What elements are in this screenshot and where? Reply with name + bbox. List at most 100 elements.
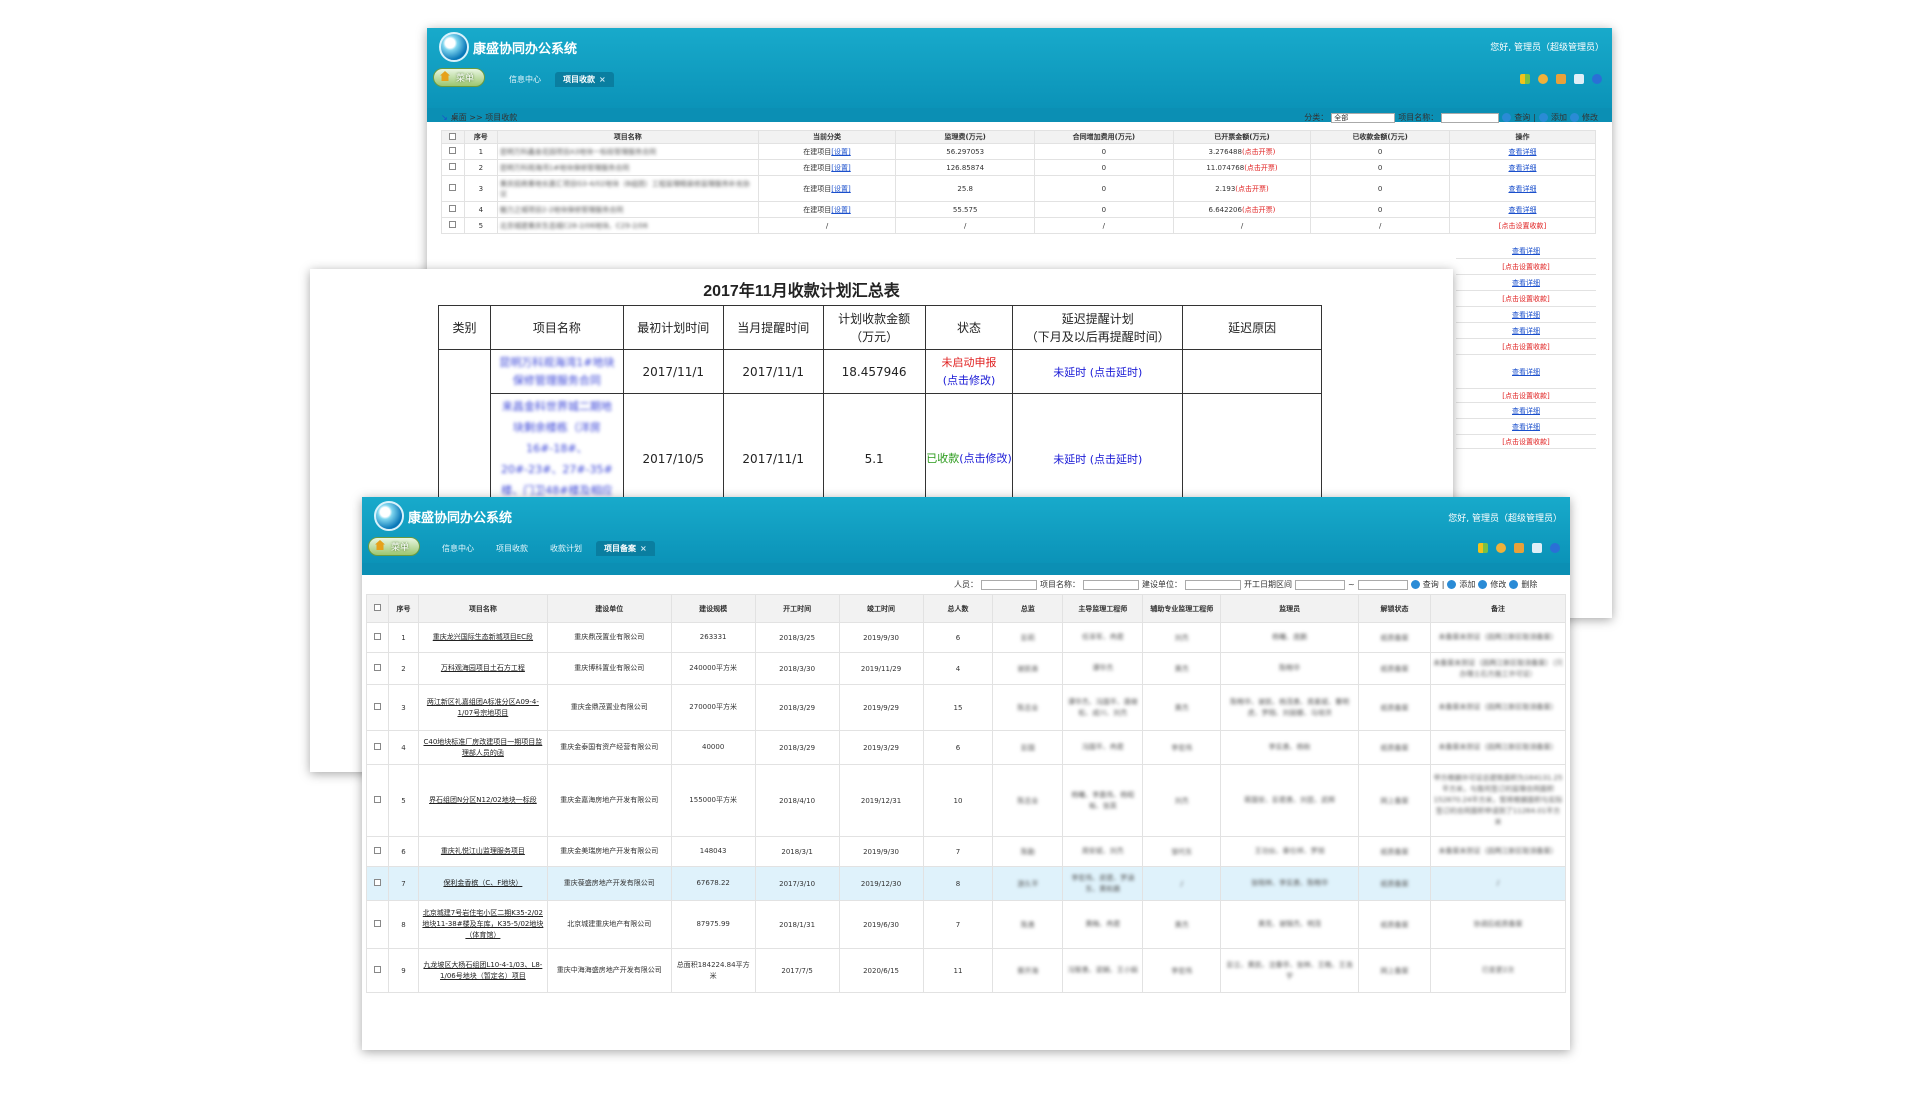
action-cell[interactable]: 查看详细 xyxy=(1448,201,1597,218)
project-name[interactable]: 昆明万科观海湾1#地块保修管理服务合同 xyxy=(499,356,614,387)
action-link[interactable]: 查看详细 xyxy=(1508,185,1536,193)
grid-icon[interactable] xyxy=(1478,543,1488,553)
row-checkbox[interactable] xyxy=(373,703,381,710)
table-row[interactable]: 7 保利金香槟（C、F地块） 重庆葆盛房地产开发有限公司 67678.22 2017/3… xyxy=(366,866,1567,901)
name-cell[interactable]: 万科观海园项目土石方工程 xyxy=(417,652,548,685)
checkbox-cell[interactable] xyxy=(441,217,465,234)
info-icon[interactable] xyxy=(1550,543,1560,553)
search-icon[interactable] xyxy=(1502,113,1512,122)
edit-button[interactable]: 修改 xyxy=(1582,112,1598,123)
row-checkbox[interactable] xyxy=(373,879,381,886)
add-icon[interactable] xyxy=(1539,113,1548,122)
table-row[interactable]: 1 重庆龙兴国际生态新城项目EC段 重庆鼎茂置业有限公司 263331 2018/3/2… xyxy=(366,622,1567,653)
menu-button[interactable]: 菜单 xyxy=(433,68,486,87)
table-row[interactable]: 4 魅力之城项目2-2地块保修管理服务合同 在建项目[设置] 55.575 0 6.642… xyxy=(441,201,1597,218)
action-cell[interactable]: [点击设置收款] xyxy=(1448,217,1597,234)
row-checkbox[interactable] xyxy=(449,184,457,191)
action-cell[interactable]: 查看详细 xyxy=(1448,159,1597,176)
delay-link[interactable]: (点击延时) xyxy=(1090,453,1143,466)
project-name-input[interactable] xyxy=(1083,579,1139,590)
action-link[interactable]: 查看详细 xyxy=(1512,368,1540,376)
action-link[interactable]: 查看详细 xyxy=(1512,279,1540,287)
close-tab-icon[interactable]: × xyxy=(640,544,647,553)
edit-status-link[interactable]: (点击修改) xyxy=(943,374,996,387)
checkbox-cell[interactable] xyxy=(441,175,465,202)
action-link[interactable]: 查看详细 xyxy=(1508,164,1536,172)
delay-link[interactable]: (点击延时) xyxy=(1090,366,1143,379)
table-row[interactable]: 2 万科观海园项目土石方工程 重庆博科置业有限公司 240000平方米 2018/3/3… xyxy=(366,652,1567,685)
project-name-link[interactable]: C40地块标准厂房改建项目一期项目监理部人员的函 xyxy=(423,738,542,757)
action-link[interactable]: 查看详细 xyxy=(1512,423,1540,431)
row-checkbox[interactable] xyxy=(449,147,457,154)
edit-button[interactable]: 修改 xyxy=(1490,579,1506,590)
tab-project-payment[interactable]: 项目收款 xyxy=(488,541,536,556)
row-checkbox[interactable] xyxy=(373,920,381,927)
row-checkbox[interactable] xyxy=(373,796,381,803)
row-checkbox[interactable] xyxy=(373,664,381,671)
action-link[interactable]: 查看详细 xyxy=(1508,206,1536,214)
set-category-link[interactable]: [设置] xyxy=(831,185,850,193)
tab-project-payment[interactable]: 项目收款 × xyxy=(555,72,614,87)
checkbox-cell[interactable] xyxy=(366,836,389,867)
project-name-link[interactable]: 两江新区礼嘉组团A标准分区A09-4-1/07号宗地项目 xyxy=(427,698,539,717)
checkbox-cell[interactable] xyxy=(441,143,465,160)
row-checkbox[interactable] xyxy=(449,221,457,228)
tab-info-center[interactable]: 信息中心 xyxy=(434,541,482,556)
group-icon[interactable] xyxy=(1556,74,1566,84)
table-row[interactable]: 6 重庆礼悦江山监理服务项目 重庆金美瑞房地产开发有限公司 148043 2018/3/… xyxy=(366,836,1567,867)
row-checkbox[interactable] xyxy=(449,205,457,212)
delete-button[interactable]: 删除 xyxy=(1521,579,1537,590)
grid-icon[interactable] xyxy=(1520,74,1530,84)
project-name-input[interactable] xyxy=(1441,112,1500,123)
group-icon[interactable] xyxy=(1514,543,1524,553)
trophy-icon[interactable] xyxy=(1574,74,1584,84)
table-row[interactable]: 9 九龙坡区大杨石组团L10-4-1/03、L8-1/06号地块（暂定名）项目 重庆… xyxy=(366,948,1567,993)
table-row[interactable]: 2 昆明万科观海湾1#地块保修管理服务合同 在建项目[设置] 126.85874 0 11… xyxy=(441,159,1597,176)
edit-status-link[interactable]: (点击修改) xyxy=(959,452,1012,465)
select-all-checkbox[interactable] xyxy=(441,130,465,144)
action-link[interactable]: [点击设置收款] xyxy=(1502,438,1549,446)
user-icon[interactable] xyxy=(1496,543,1506,553)
row-checkbox[interactable] xyxy=(373,966,381,973)
edit-icon[interactable] xyxy=(1570,113,1579,122)
search-icon[interactable] xyxy=(1410,580,1420,589)
project-name-link[interactable]: 万科观海园项目土石方工程 xyxy=(441,664,525,672)
action-link[interactable]: [点击设置收款] xyxy=(1502,263,1549,271)
name-cell[interactable]: 两江新区礼嘉组团A标准分区A09-4-1/07号宗地项目 xyxy=(417,684,548,731)
checkbox-cell[interactable] xyxy=(366,948,389,993)
tab-info-center[interactable]: 信息中心 xyxy=(501,72,549,87)
row-checkbox[interactable] xyxy=(373,633,381,640)
set-category-link[interactable]: [设置] xyxy=(831,148,850,156)
invoice-link[interactable]: (点击开票) xyxy=(1244,164,1277,172)
start-date-input[interactable] xyxy=(1295,579,1345,590)
checkbox-cell[interactable] xyxy=(441,159,465,176)
name-cell[interactable]: 九龙坡区大杨石组团L10-4-1/03、L8-1/06号地块（暂定名）项目 xyxy=(417,948,548,993)
action-link[interactable]: 查看详细 xyxy=(1512,327,1540,335)
close-tab-icon[interactable]: × xyxy=(599,75,606,84)
project-name-link[interactable]: 界石组团N分区N12/02地块一标段 xyxy=(429,796,537,804)
end-date-input[interactable] xyxy=(1357,579,1408,590)
builder-input[interactable] xyxy=(1185,579,1241,590)
checkbox-cell[interactable] xyxy=(441,201,465,218)
action-link[interactable]: 查看详细 xyxy=(1512,247,1540,255)
tab-project-filing[interactable]: 项目备案 × xyxy=(596,541,655,556)
project-name-link[interactable]: 保利金香槟（C、F地块） xyxy=(443,879,522,887)
name-cell[interactable]: C40地块标准厂房改建项目一期项目监理部人员的函 xyxy=(417,730,548,765)
action-link[interactable]: 查看详细 xyxy=(1512,407,1540,415)
action-link[interactable]: [点击设置收款] xyxy=(1502,343,1549,351)
add-button[interactable]: 添加 xyxy=(1551,112,1567,123)
invoice-link[interactable]: (点击开票) xyxy=(1235,185,1268,193)
search-button[interactable]: 查询 xyxy=(1423,579,1439,590)
row-checkbox[interactable] xyxy=(373,743,381,750)
checkbox-cell[interactable] xyxy=(366,900,389,949)
project-name-link[interactable]: 北京城建7号岩住宅小区二期K35-2/02地块11-38#楼及车库，K35-5/… xyxy=(422,909,543,939)
action-link[interactable]: [点击设置收款] xyxy=(1499,222,1546,230)
action-link[interactable]: 查看详细 xyxy=(1508,148,1536,156)
table-row[interactable]: 3 两江新区礼嘉组团A标准分区A09-4-1/07号宗地项目 重庆金鼎茂置业有限公司… xyxy=(366,684,1567,731)
category-select[interactable]: 全部 xyxy=(1331,112,1396,123)
checkbox-cell[interactable] xyxy=(366,622,389,653)
info-icon[interactable] xyxy=(1592,74,1602,84)
name-cell[interactable]: 重庆龙兴国际生态新城项目EC段 xyxy=(417,622,548,653)
name-cell[interactable]: 重庆礼悦江山监理服务项目 xyxy=(417,836,548,867)
tab-payment-plan[interactable]: 收款计划 xyxy=(542,541,590,556)
